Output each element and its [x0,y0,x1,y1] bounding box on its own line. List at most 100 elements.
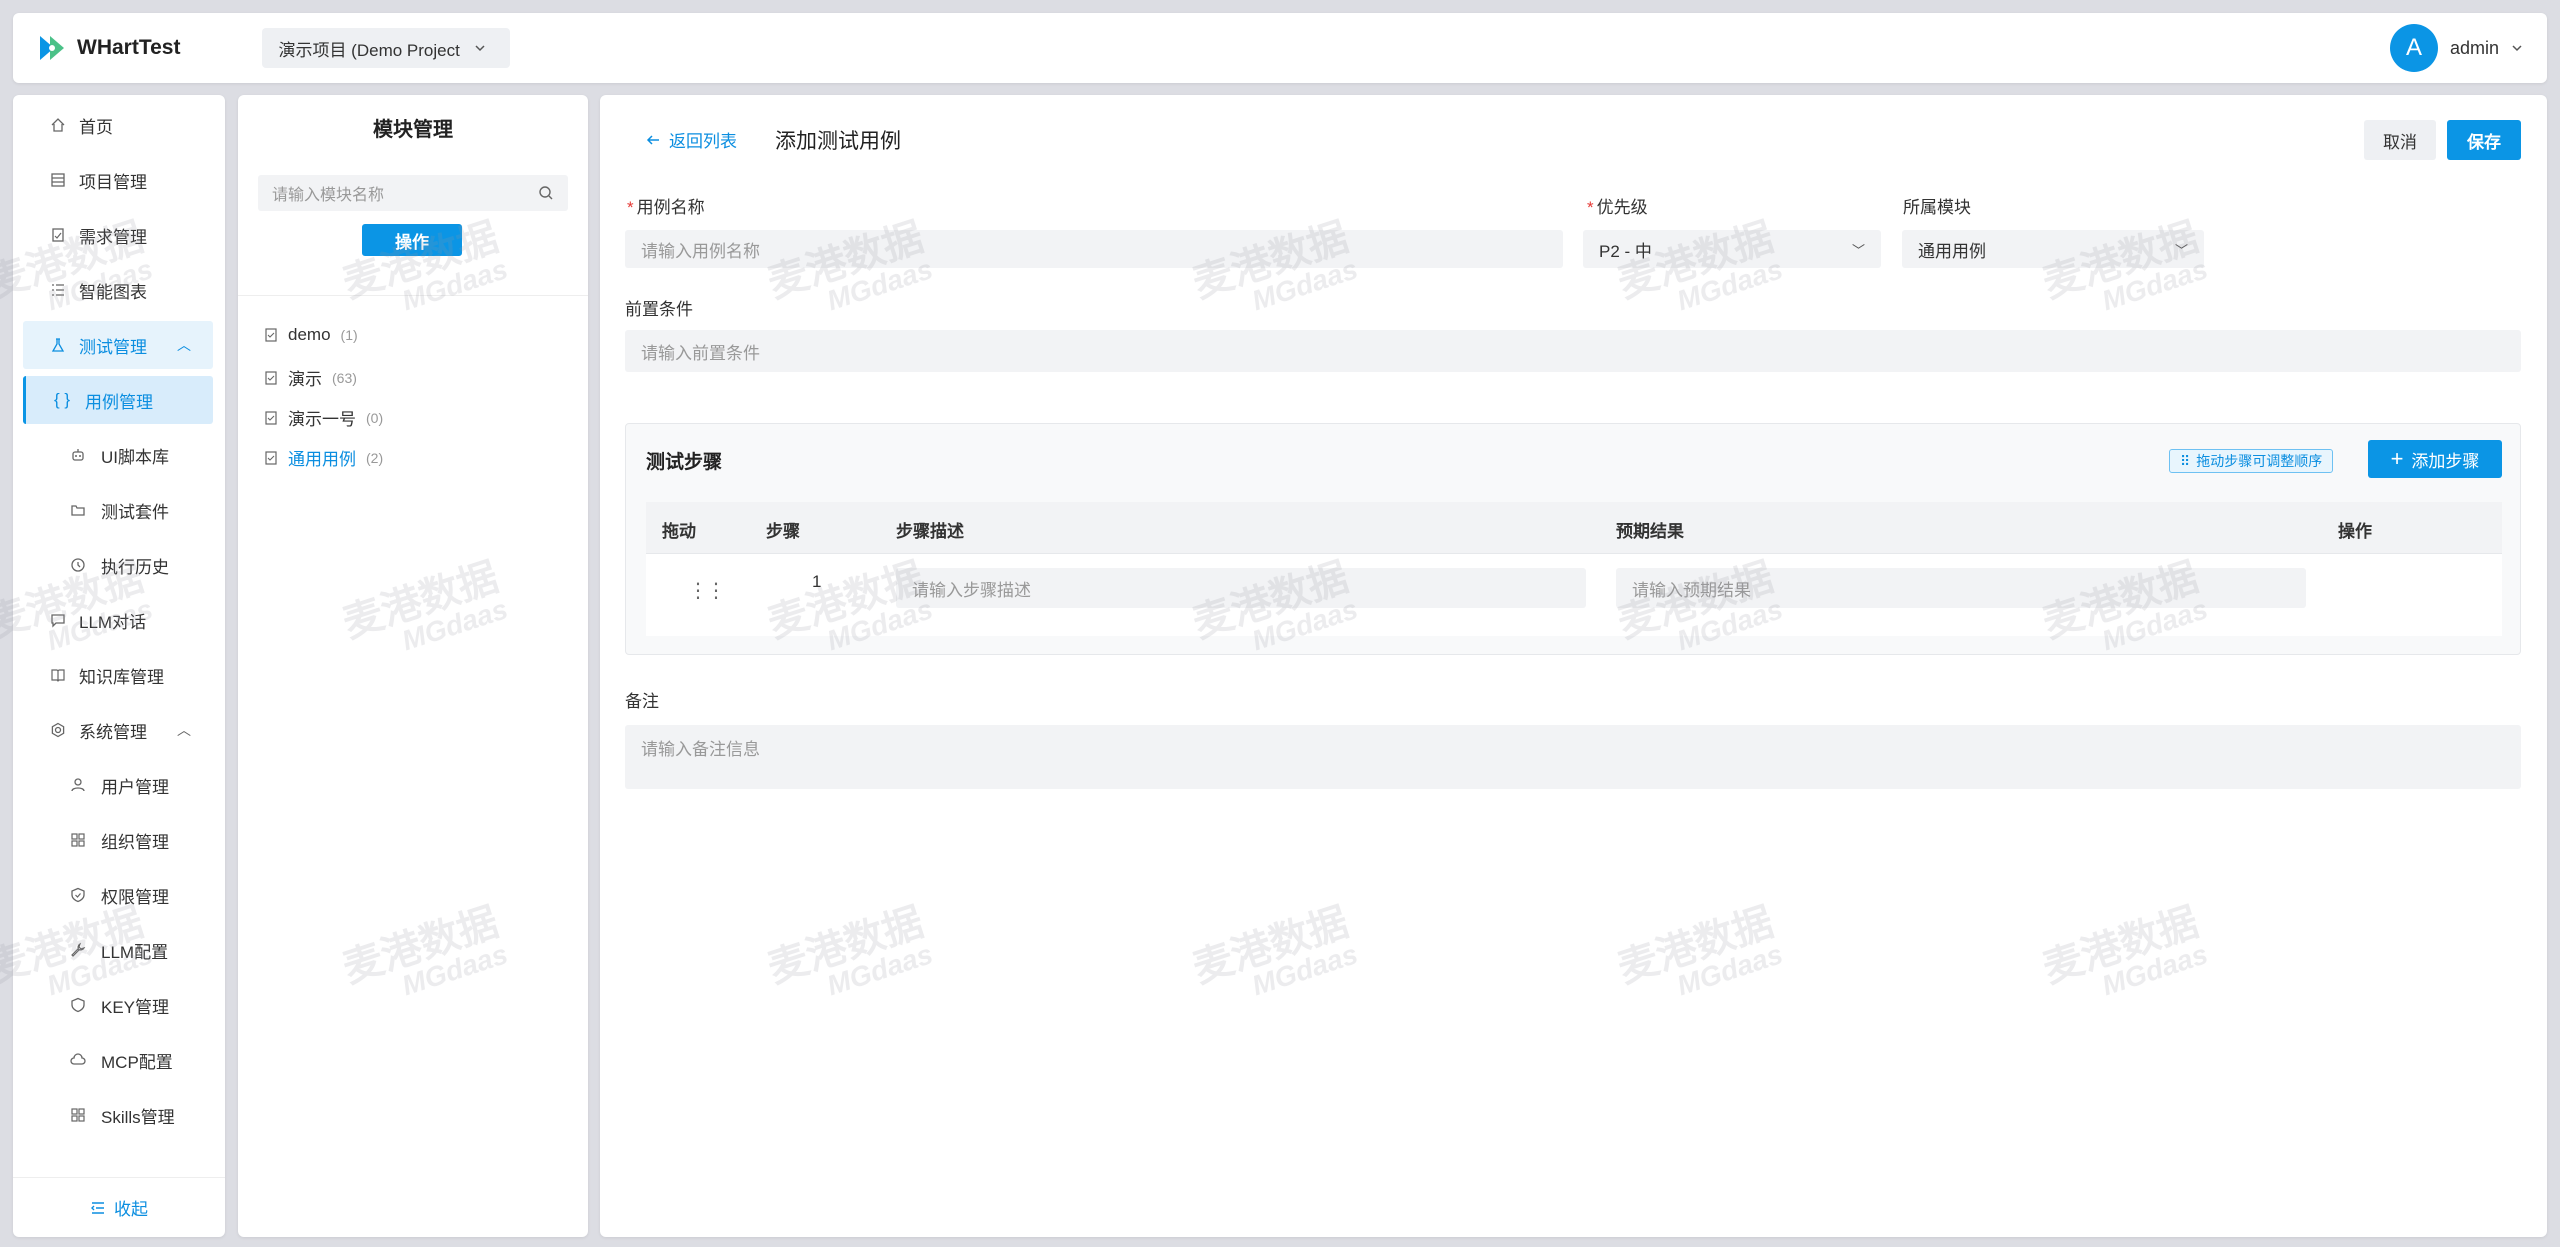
tree-item[interactable]: demo (1) [264,325,358,345]
sidebar-item-skills[interactable]: Skills管理 [23,1091,213,1139]
avatar: A [2389,24,2438,72]
wrench-icon [69,941,87,959]
steps-table-header: 拖动 步骤 步骤描述 预期结果 操作 [646,502,2502,554]
sidebar-item-case-management[interactable]: { } 用例管理 [23,376,213,424]
sidebar-item-projects[interactable]: 项目管理 [23,156,213,204]
sidebar-item-label: 系统管理 [79,722,147,742]
module-panel: 模块管理 请输入模块名称 操作 demo (1) 演示 (63) 演示一号 (0… [238,95,588,1237]
sidebar-item-test-suites[interactable]: 测试套件 [23,486,213,534]
project-icon [49,171,67,189]
folder-icon [69,501,87,519]
module-value: 通用用例 [1918,241,1986,261]
chevron-down-icon [475,45,485,52]
project-selector[interactable]: 演示项目 (Demo Project [262,28,511,68]
column-header: 步骤描述 [896,522,964,541]
priority-select[interactable]: P2 - 中 ﹀ [1583,230,1881,268]
sidebar-item-organizations[interactable]: 组织管理 [23,816,213,864]
collapse-button[interactable]: 收起 [13,1177,225,1237]
sidebar-item-label: 执行历史 [101,557,169,577]
sidebar: 首页 项目管理 需求管理 智能图表 测试管理 ︿ { } 用例管理 UI脚本库 … [13,95,225,1237]
panel-title: 模块管理 [373,119,453,141]
expected-result-input[interactable]: 请输入预期结果 [1616,568,2306,608]
chat-icon [49,611,67,629]
search-placeholder: 请输入模块名称 [272,187,385,204]
tree-item-count: (63) [332,369,357,386]
save-button[interactable]: 保存 [2447,120,2521,160]
module-search-input[interactable]: 请输入模块名称 [258,175,568,211]
sidebar-item-llm-chat[interactable]: LLM对话 [23,596,213,644]
sidebar-item-mcp-config[interactable]: MCP配置 [23,1036,213,1084]
case-name-input[interactable]: 请输入用例名称 [625,230,1563,268]
sidebar-item-execution-history[interactable]: 执行历史 [23,541,213,589]
step-number: 1 [812,572,822,591]
drag-hint-badge: ⠿ 拖动步骤可调整顺序 [2169,449,2334,473]
precondition-placeholder: 请输入前置条件 [641,343,760,363]
gear-icon [49,721,67,739]
sidebar-item-label: 知识库管理 [79,667,164,687]
tree-item[interactable]: 演示 (63) [264,365,357,390]
column-header: 操作 [2338,522,2372,541]
drag-hint-text: 拖动步骤可调整顺序 [2196,453,2323,469]
sidebar-item-label: 需求管理 [79,227,147,247]
user-menu[interactable]: A admin [2389,24,2523,72]
tree-item-count: (2) [366,449,384,466]
sidebar-item-knowledge-base[interactable]: 知识库管理 [23,651,213,699]
sidebar-item-users[interactable]: 用户管理 [23,761,213,809]
sidebar-item-ui-scripts[interactable]: UI脚本库 [23,431,213,479]
priority-label: * 优先级 [1587,193,1648,218]
precondition-input[interactable]: 请输入前置条件 [625,330,2521,372]
history-icon [69,556,87,574]
sidebar-item-llm-config[interactable]: LLM配置 [23,926,213,974]
tree-item-label: demo [288,325,331,344]
cloud-icon [69,1051,87,1069]
chevron-down-icon: ﹀ [2174,242,2188,258]
notes-label: 备注 [625,692,659,711]
tree-item[interactable]: 演示一号 (0) [264,405,383,430]
collapse-label: 收起 [114,1200,148,1219]
sidebar-item-charts[interactable]: 智能图表 [23,266,213,314]
add-step-label: 添加步骤 [2411,451,2480,471]
module-select[interactable]: 通用用例 ﹀ [1902,230,2204,268]
chevron-down-icon: ﹀ [1851,242,1865,258]
search-icon[interactable] [538,185,554,201]
operate-button[interactable]: 操作 [362,224,462,256]
app-logo[interactable]: WHartTest [37,33,180,63]
chevron-down-icon [2512,45,2522,52]
logo-icon [40,36,64,60]
key-shield-icon [69,996,87,1014]
precondition-label: 前置条件 [625,300,693,319]
sidebar-item-label: 测试管理 [79,337,147,357]
drag-handle-icon[interactable]: ⋮⋮ [688,578,726,603]
main-panel: 返回列表 添加测试用例 取消 保存 * 用例名称 请输入用例名称 * 优先级 P2 … [600,95,2547,1237]
step-description-input[interactable]: 请输入步骤描述 [896,568,1586,608]
flask-icon [49,336,67,354]
notes-input[interactable]: 请输入备注信息 [625,725,2521,789]
sidebar-item-label: UI脚本库 [101,447,169,467]
sidebar-item-test-management[interactable]: 测试管理 ︿ [23,321,213,369]
file-icon [265,370,277,385]
add-step-button[interactable]: + 添加步骤 [2368,440,2502,478]
sidebar-item-key-management[interactable]: KEY管理 [23,981,213,1029]
cancel-button[interactable]: 取消 [2364,120,2436,160]
divider [238,295,588,296]
back-label: 返回列表 [669,132,737,151]
table-row: ⋮⋮ 1 请输入步骤描述 请输入预期结果 [646,554,2502,636]
sidebar-item-label: 用例管理 [85,392,153,412]
home-icon [49,116,67,134]
user-name: admin [2449,37,2499,58]
sidebar-item-permissions[interactable]: 权限管理 [23,871,213,919]
sidebar-item-requirements[interactable]: 需求管理 [23,211,213,259]
chart-icon [49,281,67,299]
project-name: 演示项目 (Demo Project [278,40,460,60]
back-to-list-link[interactable]: 返回列表 [645,127,737,152]
tree-item-label: 演示一号 [288,410,356,429]
tree-item-label: 通用用例 [288,450,356,469]
chevron-up-icon: ︿ [177,337,191,353]
tree-item-selected[interactable]: 通用用例 (2) [264,445,383,470]
sidebar-item-home[interactable]: 首页 [23,101,213,149]
braces-icon: { } [53,390,71,409]
sidebar-item-label: KEY管理 [101,997,170,1017]
sidebar-item-system-management[interactable]: 系统管理 ︿ [23,706,213,754]
required-mark: * [1587,198,1594,217]
apps-icon [69,1106,87,1124]
